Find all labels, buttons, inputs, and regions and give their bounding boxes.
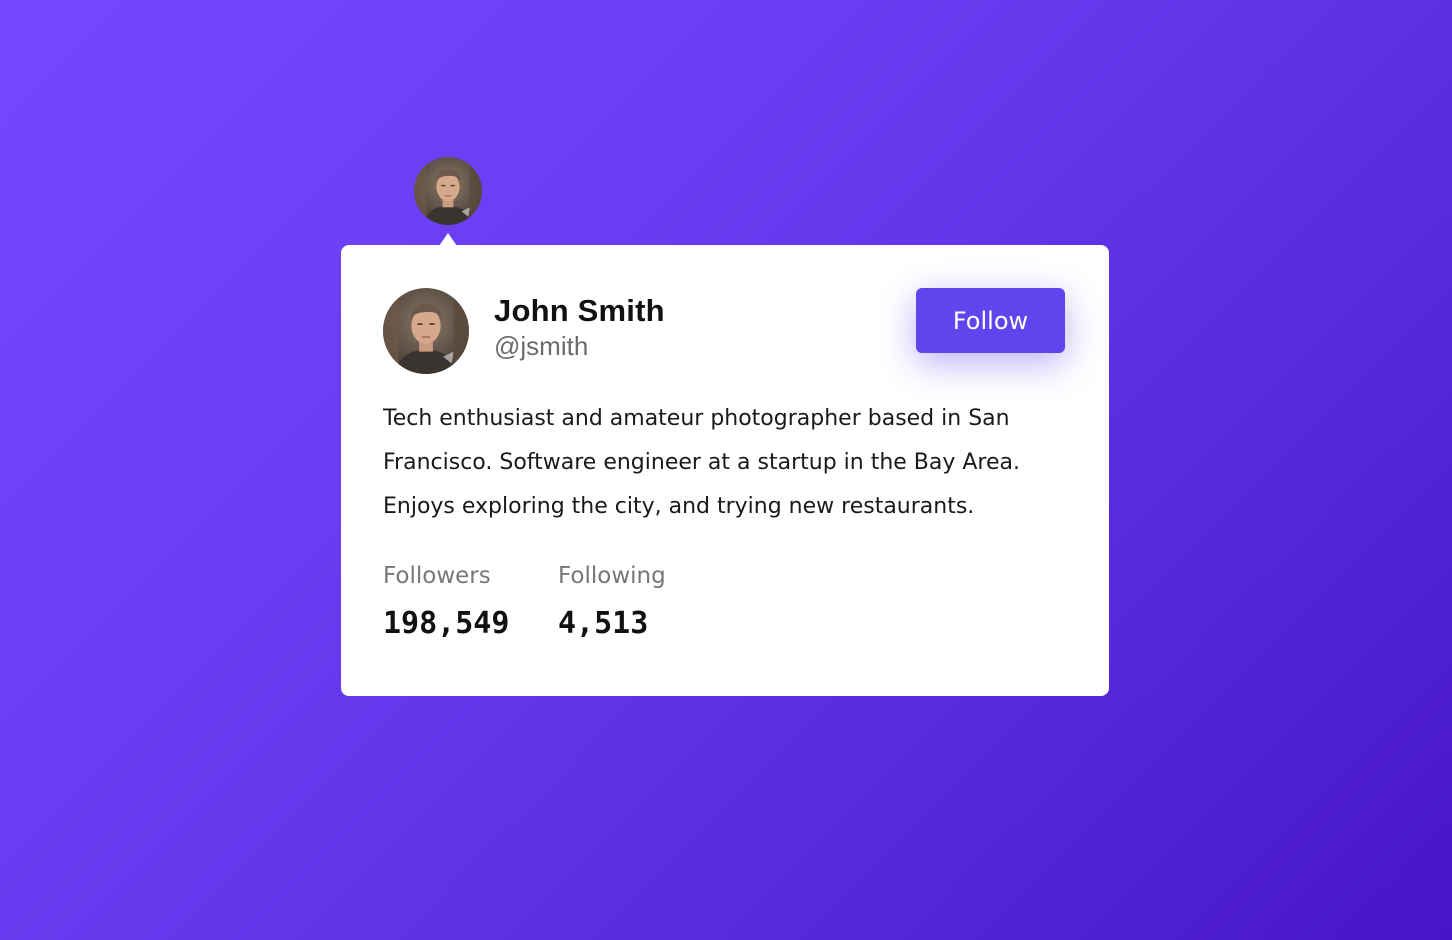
profile-bio: Tech enthusiast and amateur photographer… [383,406,1021,519]
followers-stat[interactable]: Followers 198,549 [383,563,509,641]
followers-count: 198,549 [383,606,510,641]
user-portrait-icon [383,288,469,374]
trigger-avatar[interactable] [414,157,482,225]
following-stat[interactable]: Following 4,513 [558,563,666,641]
user-portrait-icon [414,157,482,225]
following-label: Following [558,563,666,589]
followers-label: Followers [383,563,491,589]
follow-button[interactable]: Follow [916,288,1065,353]
following-count: 4,513 [558,606,649,641]
profile-hover-card: John Smith @jsmith Follow Tech enthusias… [341,245,1109,696]
profile-avatar[interactable] [383,288,469,374]
profile-name[interactable]: John Smith [494,293,665,329]
profile-handle[interactable]: @jsmith [494,331,588,362]
